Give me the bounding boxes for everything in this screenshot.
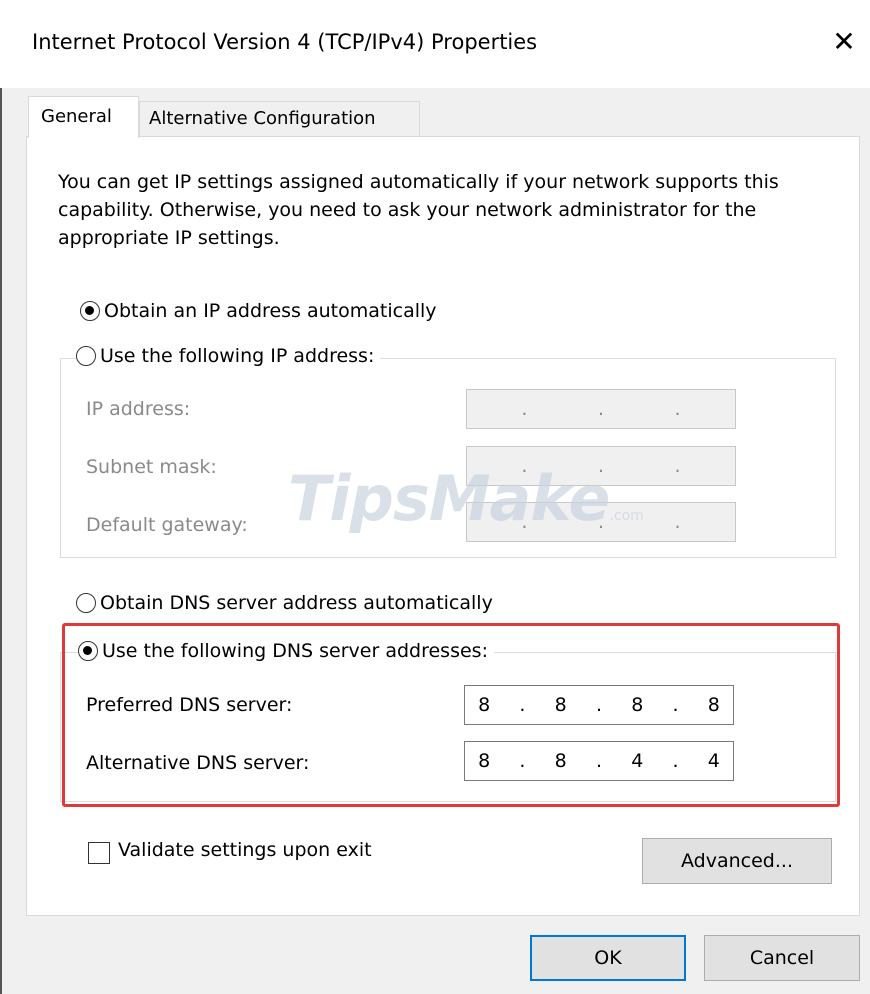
description-text: You can get IP settings assigned automat… (58, 171, 779, 249)
obtain-ip-automatically-label: Obtain an IP address automatically (104, 300, 437, 322)
octet-separator: . (674, 455, 681, 477)
validate-settings-label: Validate settings upon exit (118, 839, 372, 861)
watermark-logo: TipsMake.com (288, 462, 644, 535)
obtain-dns-automatically-label: Obtain DNS server address automatically (100, 592, 493, 614)
subnet-mask-label: Subnet mask: (86, 456, 217, 478)
ip-address-field[interactable]: . . . (466, 389, 736, 429)
cancel-button[interactable]: Cancel (704, 935, 860, 981)
use-following-ip-label: Use the following IP address: (100, 345, 375, 367)
ip-address-label: IP address: (86, 398, 191, 420)
window-title: Internet Protocol Version 4 (TCP/IPv4) P… (32, 30, 538, 54)
window-edge (0, 88, 2, 994)
default-gateway-label: Default gateway: (86, 514, 248, 536)
ok-button[interactable]: OK (530, 935, 686, 981)
octet-separator: . (597, 398, 604, 420)
octet-separator: . (674, 511, 681, 533)
tab-general[interactable]: General (28, 96, 139, 138)
obtain-ip-automatically-radio[interactable]: Obtain an IP address automatically (80, 300, 437, 322)
radio-unselected-icon (76, 593, 96, 613)
properties-dialog: Internet Protocol Version 4 (TCP/IPv4) P… (0, 0, 870, 994)
obtain-dns-automatically-radio[interactable]: Obtain DNS server address automatically (76, 592, 493, 614)
title-bar: Internet Protocol Version 4 (TCP/IPv4) P… (0, 0, 870, 88)
tab-alternative-configuration[interactable]: Alternative Configuration (139, 101, 420, 136)
close-icon[interactable]: ✕ (824, 22, 864, 62)
dns-highlight-box (62, 623, 840, 807)
octet-separator: . (674, 398, 681, 420)
advanced-button[interactable]: Advanced... (642, 838, 832, 884)
use-following-ip-radio[interactable]: Use the following IP address: (76, 345, 381, 367)
octet-separator: . (521, 398, 528, 420)
validate-settings-checkbox[interactable] (88, 842, 110, 864)
radio-selected-icon (80, 301, 100, 321)
radio-unselected-icon (76, 346, 96, 366)
